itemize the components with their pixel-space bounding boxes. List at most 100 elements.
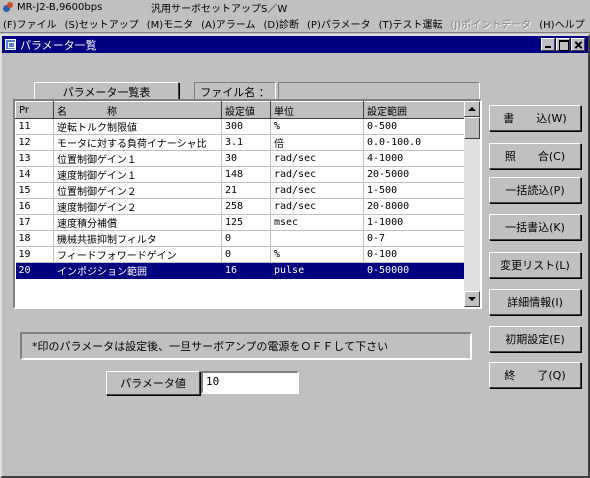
detail-info-button[interactable]: 詳細情報(I) (489, 289, 581, 315)
cell-value: 300 (221, 118, 271, 135)
cell-value: 0 (221, 230, 271, 247)
cell-name: 速度制御ゲイン１ (53, 166, 222, 183)
menu-item-0[interactable]: (F)ファイル (3, 16, 57, 31)
cell-name: 機械共振抑制フィルタ (53, 230, 222, 247)
cell-pr: 17 (15, 214, 54, 231)
cell-value: 258 (221, 198, 271, 215)
compare-button[interactable]: 照 合(C) (489, 143, 581, 169)
cell-pr: 16 (15, 198, 54, 215)
parameter-grid: Pr 名 称設定値 単位 設定範囲 11 逆転トルク制限値 300% 0-500 12 モータに… (15, 101, 465, 279)
connection-label: MR-J2-B,9600bps (17, 2, 103, 13)
menu-item-2[interactable]: (M)モニタ (147, 16, 193, 31)
cell-unit: rad/sec (270, 166, 364, 183)
table-row[interactable]: 16 速度制御ゲイン２ 258 rad/sec 20-8000 (15, 198, 465, 215)
menu-item-4[interactable]: (D)診断 (264, 16, 300, 31)
cell-pr: 12 (15, 134, 54, 151)
cell-pr: 18 (15, 230, 54, 247)
menu-item-6[interactable]: (T)テスト運転 (379, 16, 443, 31)
cell-unit: rad/sec (270, 150, 364, 167)
table-row[interactable]: 12 モータに対する負荷イナーシャ比 3.1 倍 0.0-100.0 (15, 134, 465, 151)
cell-name: 逆転トルク制限値 (53, 118, 222, 135)
column-header-0[interactable]: Pr (15, 101, 54, 119)
cell-unit: rad/sec (270, 198, 364, 215)
cell-value: 21 (221, 182, 271, 199)
exit-button[interactable]: 終 了(Q) (489, 362, 581, 388)
app-icon (2, 1, 14, 14)
cell-unit: % (270, 118, 364, 135)
close-button[interactable] (571, 38, 585, 51)
cell-unit: % (270, 246, 364, 263)
cell-value: 3.1 (221, 134, 271, 151)
table-scrollbar[interactable] (464, 101, 480, 307)
cell-range: 1-500 (363, 182, 465, 199)
change-list-button[interactable]: 変更リスト(L) (489, 252, 581, 278)
window-icon (5, 39, 16, 50)
cell-unit: rad/sec (270, 182, 364, 199)
menu-item-7[interactable]: (J)ポイントデータ (450, 16, 531, 31)
column-header-3[interactable]: 単位 (270, 101, 364, 119)
parameter-value-input[interactable]: 10 (201, 371, 299, 394)
table-row[interactable]: 15 位置制御ゲイン２ 21 rad/sec 1-500 (15, 182, 465, 199)
cell-name: 速度制御ゲイン２ (53, 198, 222, 215)
menu-item-3[interactable]: (A)アラーム (201, 16, 255, 31)
cell-name: 速度積分補償 (53, 214, 222, 231)
table-row[interactable]: 19 フィードフォワードゲイン 0% 0-100 (15, 246, 465, 263)
app-title-bar: MR-J2-B,9600bps 汎用サーボセットアップS／W (0, 0, 590, 15)
cell-range: 0.0-100.0 (363, 134, 465, 151)
table-row[interactable]: 13 位置制御ゲイン１ 30 rad/sec 4-1000 (15, 150, 465, 167)
cell-name: 位置制御ゲイン２ (53, 182, 222, 199)
app-title: 汎用サーボセットアップS／W (151, 4, 288, 15)
menu-bar: (F)ファイル (S)セットアップ (M)モニタ (A)アラーム (D)診断 (P)パラメ… (0, 15, 590, 33)
scroll-up-icon[interactable] (464, 101, 480, 117)
cell-name: フィードフォワードゲイン (53, 246, 222, 263)
scroll-thumb[interactable] (464, 117, 480, 139)
cell-unit: 倍 (270, 134, 364, 151)
cell-range: 0-500 (363, 118, 465, 135)
scroll-down-icon[interactable] (464, 291, 480, 307)
parameter-value-label: パラメータ値 (106, 371, 200, 395)
cell-pr: 14 (15, 166, 54, 183)
cell-pr: 20 (15, 262, 54, 279)
cell-name: 位置制御ゲイン１ (53, 150, 222, 167)
minimize-button[interactable] (541, 38, 555, 51)
cell-pr: 11 (15, 118, 54, 135)
initial-setting-button[interactable]: 初期設定(E) (489, 326, 581, 352)
table-row[interactable]: 18 機械共振抑制フィルタ 0 0-7 (15, 230, 465, 247)
cell-unit (270, 230, 364, 247)
cell-range: 20-5000 (363, 166, 465, 183)
table-row[interactable]: 11 逆転トルク制限値 300% 0-500 (15, 118, 465, 135)
cell-unit: pulse (270, 262, 364, 279)
column-header-4[interactable]: 設定範囲 (363, 101, 465, 119)
menu-item-5[interactable]: (P)パラメータ (307, 16, 371, 31)
column-header-1[interactable]: 名 称 (53, 101, 222, 119)
cell-range: 0-7 (363, 230, 465, 247)
cell-value: 148 (221, 166, 271, 183)
cell-range: 0-50000 (363, 262, 465, 279)
cell-range: 20-8000 (363, 198, 465, 215)
batch-read-button[interactable]: 一括読込(P) (489, 177, 581, 203)
cell-unit: msec (270, 214, 364, 231)
cell-name: インポジション範囲 (53, 262, 222, 279)
cell-pr: 13 (15, 150, 54, 167)
cell-range: 4-1000 (363, 150, 465, 167)
batch-write-button[interactable]: 一括書込(K) (489, 214, 581, 240)
column-header-2[interactable]: 設定値 (221, 101, 271, 119)
cell-value: 125 (221, 214, 271, 231)
cell-value: 0 (221, 246, 271, 263)
cell-name: モータに対する負荷イナーシャ比 (53, 134, 222, 151)
cell-value: 16 (221, 262, 271, 279)
table-row[interactable]: 20 インポジション範囲 16 pulse 0-50000 (15, 262, 465, 279)
parameter-table[interactable]: Pr 名 称設定値 単位 設定範囲 11 逆転トルク制限値 300% 0-500 12 モータに… (13, 99, 482, 309)
cell-pr: 15 (15, 182, 54, 199)
cell-range: 0-100 (363, 246, 465, 263)
menu-item-8[interactable]: (H)ヘルプ (539, 16, 584, 31)
table-row[interactable]: 14 速度制御ゲイン１ 148 rad/sec 20-5000 (15, 166, 465, 183)
notice-message: *印のパラメータは設定後、一旦サーボアンプの電源をＯＦＦして下さい (20, 332, 472, 360)
window-title: パラメータ一覧 (20, 38, 97, 52)
cell-pr: 19 (15, 246, 54, 263)
table-row[interactable]: 17 速度積分補償 125 msec 1-1000 (15, 214, 465, 231)
menu-item-1[interactable]: (S)セットアップ (65, 16, 139, 31)
maximize-button[interactable] (556, 38, 570, 51)
write-button[interactable]: 書 込(W) (489, 105, 581, 131)
window-title-bar: パラメータ一覧 (2, 36, 588, 53)
